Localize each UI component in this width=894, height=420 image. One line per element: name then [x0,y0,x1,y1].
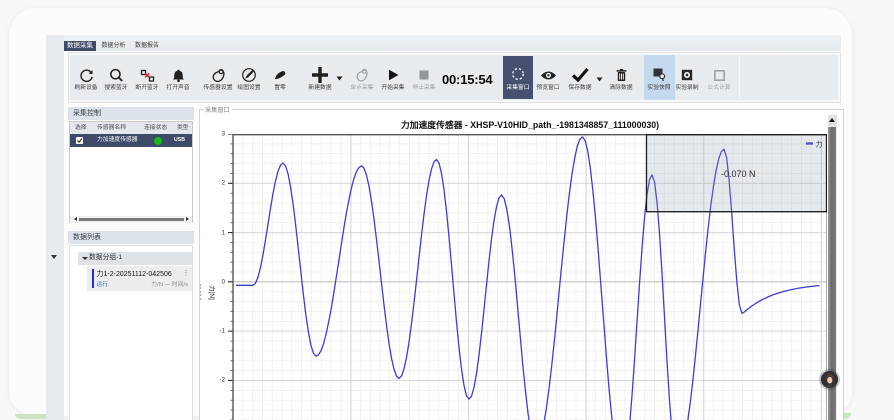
svg-text:-0.070 N: -0.070 N [721,169,756,179]
svg-text:力: 力 [816,140,823,149]
